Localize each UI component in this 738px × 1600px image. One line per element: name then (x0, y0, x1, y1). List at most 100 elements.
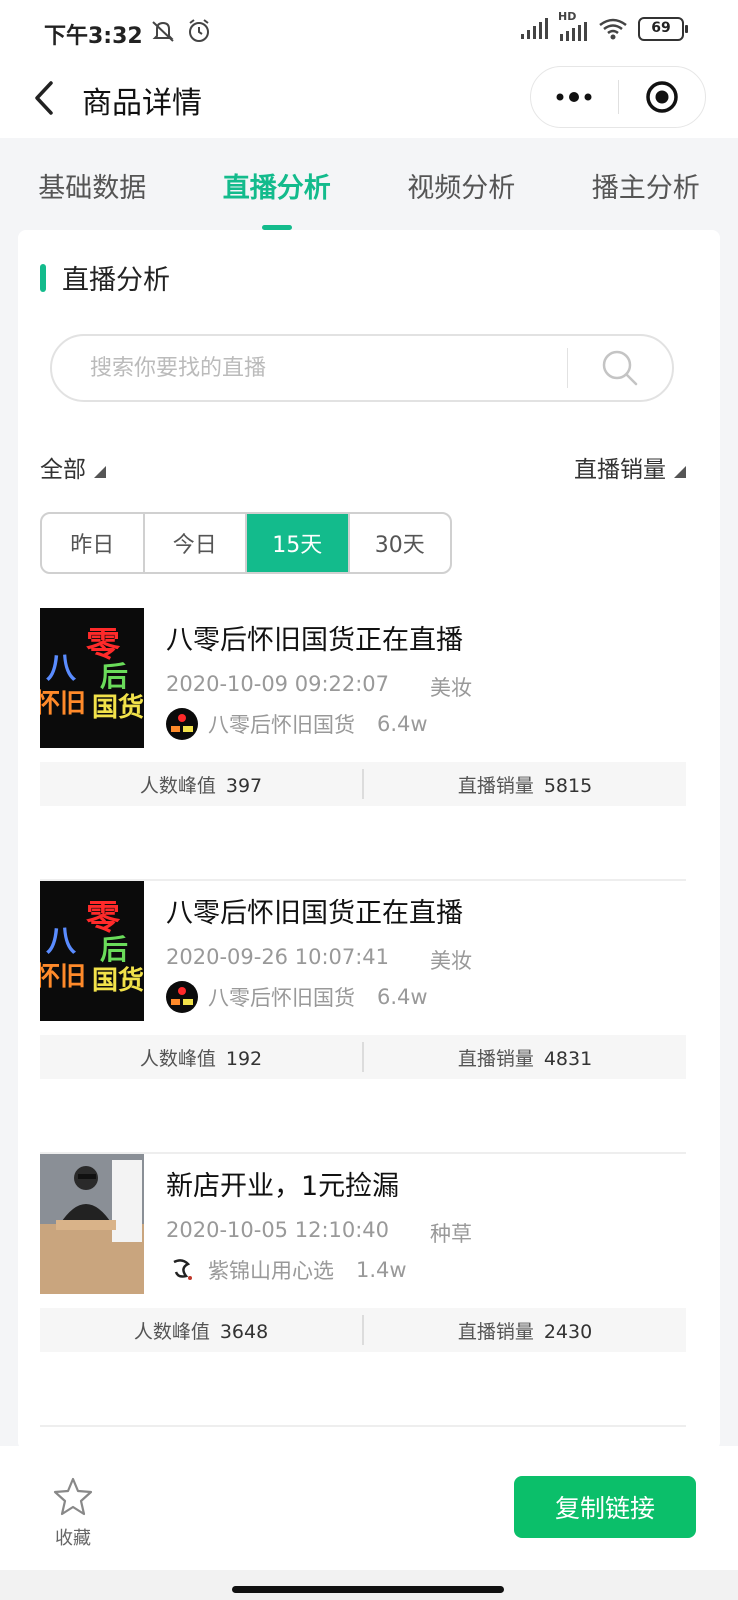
cover-text-ling: 零 (86, 625, 121, 665)
stat-value: 192 (225, 1047, 263, 1070)
cover-text-ba: 八 (46, 924, 77, 959)
cover-graphic: 零 八 后 怀旧 国货 (40, 625, 144, 723)
live-title[interactable]: 八零后怀旧国货正在直播 (166, 618, 463, 657)
tab-label: 基础数据 (38, 173, 147, 204)
live-meta: 2020-10-09 09:22:07 美妆 (166, 672, 472, 702)
favorite-button[interactable]: 收藏 (48, 1476, 98, 1550)
section-title: 直播分析 (62, 265, 170, 296)
section-accent-bar (40, 263, 46, 292)
signal-hd-icon: HD (558, 10, 588, 42)
dnd-bell-icon (152, 21, 174, 42)
cover-text-hou: 后 (100, 660, 128, 693)
search-input[interactable] (52, 336, 567, 400)
live-stats: 人数峰值 397 直播销量 5815 (40, 762, 686, 806)
stat-label: 人数峰值 (139, 774, 216, 797)
stat-value: 4831 (543, 1047, 593, 1070)
live-category: 种草 (430, 1222, 472, 1246)
home-indicator-area (0, 1570, 738, 1600)
live-title[interactable]: 新店开业，1元捡漏 (166, 1164, 399, 1203)
avatar (166, 708, 198, 740)
stat-label: 直播销量 (457, 1047, 534, 1070)
status-time: 下午3:32 (44, 24, 143, 49)
copy-link-button[interactable]: 复制链接 (514, 1476, 696, 1538)
segment-15-days[interactable]: 15天 (247, 514, 350, 572)
category-filter-label: 全部 (40, 457, 86, 483)
cover-text-huaijiu: 怀旧 (40, 689, 86, 719)
live-meta: 2020-09-26 10:07:41 美妆 (166, 945, 472, 975)
anchor-info[interactable]: 紫锦山用心选 1.4w (166, 1254, 407, 1286)
alarm-icon (189, 19, 209, 42)
live-datetime: 2020-10-05 12:10:40 (166, 1218, 390, 1242)
live-cover-image[interactable] (40, 1154, 144, 1294)
live-datetime: 2020-09-26 10:07:41 (166, 945, 390, 969)
list-item[interactable]: 零 八 后 怀旧 国货 八零后怀旧国货正在直播 2020-10-09 09:22… (40, 608, 686, 881)
live-list: 零 八 后 怀旧 国货 八零后怀旧国货正在直播 2020-10-09 09:22… (40, 608, 686, 1427)
stat-value: 5815 (543, 774, 593, 797)
stat-label: 人数峰值 (139, 1047, 216, 1070)
search-box (50, 334, 674, 402)
peak-viewers-stat: 人数峰值 397 (40, 771, 362, 798)
bottom-action-bar: 收藏 复制链接 (0, 1446, 738, 1570)
cover-text-ba: 八 (46, 651, 77, 686)
status-bar: 下午3:32 HD 69 (0, 0, 738, 62)
segment-30-days[interactable]: 30天 (350, 514, 451, 572)
cover-text-huaijiu: 怀旧 (40, 962, 86, 992)
list-item[interactable]: 零 八 后 怀旧 国货 八零后怀旧国货正在直播 2020-09-26 10:07… (40, 881, 686, 1154)
tab-streamer-analysis[interactable]: 播主分析 (554, 138, 738, 230)
anchor-fans: 6.4w (377, 985, 428, 1009)
stat-label: 直播销量 (457, 1320, 534, 1343)
target-icon (646, 81, 678, 113)
wifi-icon (599, 18, 627, 40)
anchor-fans: 6.4w (377, 712, 428, 736)
dropdown-corner-icon (674, 466, 686, 478)
anchor-fans: 1.4w (356, 1258, 407, 1282)
avatar (166, 981, 198, 1013)
home-indicator[interactable] (232, 1586, 504, 1593)
cover-text-guohuo: 国货 (92, 692, 144, 723)
segment-today[interactable]: 今日 (145, 514, 247, 572)
live-category: 美妆 (430, 949, 472, 973)
category-filter[interactable]: 全部 (40, 450, 106, 484)
battery-indicator: 69 (638, 17, 688, 41)
sort-filter-label: 直播销量 (574, 457, 666, 483)
anchor-info[interactable]: 八零后怀旧国货 6.4w (166, 981, 428, 1013)
back-button[interactable] (22, 76, 66, 120)
list-item[interactable]: 新店开业，1元捡漏 2020-10-05 12:10:40 种草 紫锦山用心选 … (40, 1154, 686, 1427)
stat-value: 3648 (219, 1320, 269, 1343)
live-category: 美妆 (430, 676, 472, 700)
peak-viewers-stat: 人数峰值 3648 (40, 1317, 362, 1344)
search-button[interactable] (568, 336, 672, 400)
live-title[interactable]: 八零后怀旧国货正在直播 (166, 891, 463, 930)
tab-bar: 基础数据 直播分析 视频分析 播主分析 (0, 138, 738, 230)
close-miniprogram-button[interactable] (619, 66, 706, 128)
tab-label: 播主分析 (591, 173, 700, 204)
more-icon (556, 92, 592, 102)
more-button[interactable] (531, 66, 618, 128)
peak-viewers-stat: 人数峰值 192 (40, 1044, 362, 1071)
stat-label: 直播销量 (457, 774, 534, 797)
live-cover-image[interactable]: 零 八 后 怀旧 国货 (40, 881, 144, 1021)
live-cover-image[interactable]: 零 八 后 怀旧 国货 (40, 608, 144, 748)
avatar (166, 1254, 198, 1286)
live-stats: 人数峰值 192 直播销量 4831 (40, 1035, 686, 1079)
tab-video-analysis[interactable]: 视频分析 (369, 138, 554, 230)
signal-icon (521, 18, 548, 39)
live-sales-stat: 直播销量 2430 (364, 1317, 686, 1344)
tab-label: 视频分析 (407, 173, 516, 204)
back-arrow-icon (35, 81, 53, 115)
live-sales-stat: 直播销量 5815 (364, 771, 686, 798)
anchor-info[interactable]: 八零后怀旧国货 6.4w (166, 708, 428, 740)
tab-basic-data[interactable]: 基础数据 (0, 138, 185, 230)
anchor-name: 八零后怀旧国货 (208, 713, 355, 737)
tab-live-analysis[interactable]: 直播分析 (185, 138, 370, 230)
anchor-name: 八零后怀旧国货 (208, 986, 355, 1010)
favorite-label: 收藏 (55, 1528, 91, 1549)
stat-value: 2430 (543, 1320, 593, 1343)
live-meta: 2020-10-05 12:10:40 种草 (166, 1218, 472, 1248)
status-icons-right: HD 69 (520, 10, 688, 42)
sort-filter[interactable]: 直播销量 (574, 450, 686, 484)
cover-photo (40, 1154, 144, 1294)
dropdown-corner-icon (94, 466, 106, 478)
segment-yesterday[interactable]: 昨日 (42, 514, 145, 572)
stat-value: 397 (225, 774, 263, 797)
